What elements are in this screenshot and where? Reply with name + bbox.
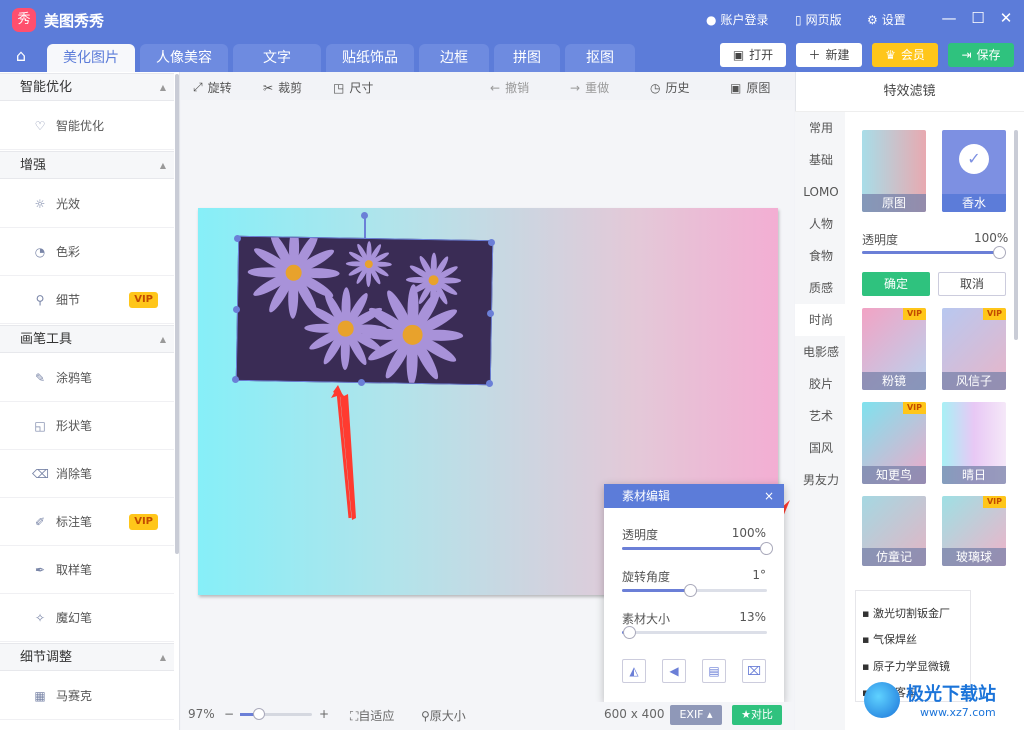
category-item-selected[interactable]: 时尚 xyxy=(795,304,847,336)
size-label: 素材大小 xyxy=(622,612,671,626)
close-icon[interactable]: × xyxy=(764,484,774,508)
vip-badge: VIP xyxy=(902,308,926,320)
filter-perfume-selected[interactable]: ✓ 香水 xyxy=(942,130,1006,212)
filter-label: 知更鸟 xyxy=(862,466,926,484)
actual-label: 原大小 xyxy=(429,709,466,723)
size-slider-knob[interactable] xyxy=(623,626,637,639)
layer-icon[interactable]: ▤ xyxy=(702,659,726,683)
image-dimensions: 600 x 400 xyxy=(604,707,665,721)
category-item[interactable]: 食物 xyxy=(795,240,847,272)
filter-label: 风信子 xyxy=(942,372,1006,390)
magnifier-icon: ⚲ xyxy=(421,709,430,723)
category-item[interactable]: 艺术 xyxy=(795,400,847,432)
filter-panel-title: 特效滤镜 xyxy=(795,72,1024,112)
vip-badge: VIP xyxy=(982,496,1006,508)
filter-label: 香水 xyxy=(942,194,1006,212)
filter-opacity-slider[interactable] xyxy=(862,246,1006,259)
trash-icon[interactable]: ⌧ xyxy=(742,659,766,683)
filter-fairytale[interactable]: 仿童记 xyxy=(862,496,926,566)
rotate-slider[interactable] xyxy=(622,584,767,597)
filter-pink[interactable]: VIP 粉镜 xyxy=(862,308,926,390)
watermark-text: 极光下载站 xyxy=(906,684,996,705)
cancel-button[interactable]: 取消 xyxy=(938,272,1006,296)
exif-button[interactable]: EXIF ▴ xyxy=(670,705,722,725)
ad-text: 激光切割钣金厂 xyxy=(872,607,950,620)
vip-badge: VIP xyxy=(902,402,926,414)
rotate-angle-label: 旋转角度 xyxy=(622,570,671,584)
confirm-button[interactable]: 确定 xyxy=(862,272,930,296)
category-item[interactable]: 电影感 xyxy=(795,336,847,368)
panel-title: 素材编辑 × xyxy=(604,484,784,508)
exif-label: EXIF xyxy=(679,708,704,721)
watermark: 极光下载站 www.xz7.com xyxy=(862,678,1022,726)
category-item[interactable]: 基础 xyxy=(795,144,847,176)
flip-vertical-icon[interactable]: ◀ xyxy=(662,659,686,683)
ad-link[interactable]: ▪ 原子力学显微镜 xyxy=(862,658,950,674)
zoom-out-button[interactable]: − xyxy=(224,707,234,721)
filter-label: 玻璃球 xyxy=(942,548,1006,566)
watermark-logo-icon xyxy=(864,682,900,718)
category-item[interactable]: 国风 xyxy=(795,432,847,464)
ad-text: 原子力学显微镜 xyxy=(872,660,950,673)
category-item[interactable]: 常用 xyxy=(795,112,847,144)
category-item[interactable]: 质感 xyxy=(795,272,847,304)
opacity-value: 100% xyxy=(731,526,766,540)
panel-title-text: 素材编辑 xyxy=(622,489,671,503)
filter-sunny[interactable]: 晴日 xyxy=(942,402,1006,484)
fit-label: 自适应 xyxy=(358,709,395,723)
zoom-value: 97% xyxy=(188,707,215,721)
compare-button[interactable]: ★对比 xyxy=(732,705,782,725)
size-slider[interactable] xyxy=(622,626,767,639)
vip-badge: VIP xyxy=(982,308,1006,320)
rotate-angle-value: 1° xyxy=(752,568,766,582)
category-item[interactable]: LOMO xyxy=(795,176,847,208)
zoom-in-button[interactable]: + xyxy=(319,707,329,721)
zoom-slider-knob[interactable] xyxy=(253,708,265,720)
compare-label: 对比 xyxy=(750,708,773,721)
ad-link[interactable]: ▪ 激光切割钣金厂 xyxy=(862,605,950,621)
filter-label: 仿童记 xyxy=(862,548,926,566)
filter-original[interactable]: 原图 xyxy=(862,130,926,212)
filter-label: 粉镜 xyxy=(862,372,926,390)
flip-horizontal-icon[interactable]: ◭ xyxy=(622,659,646,683)
filter-label: 原图 xyxy=(862,194,926,212)
filter-scrollbar[interactable] xyxy=(1014,130,1018,340)
material-edit-panel: 素材编辑 × 透明度 100% 旋转角度 1° 素材大小 13% ◭ ◀ ▤ ⌧ xyxy=(604,484,784,702)
category-item[interactable]: 胶片 xyxy=(795,368,847,400)
filter-hyacinth[interactable]: VIP 风信子 xyxy=(942,308,1006,390)
filter-opacity-slider-fill xyxy=(862,251,1000,254)
actual-size-button[interactable]: ⚲原大小 xyxy=(421,707,466,724)
filter-opacity-slider-knob[interactable] xyxy=(993,246,1006,259)
filter-glassball[interactable]: VIP 玻璃球 xyxy=(942,496,1006,566)
zoom-slider[interactable] xyxy=(240,708,312,720)
ad-text: 气保焊丝 xyxy=(872,633,917,646)
filter-opacity-label: 透明度 xyxy=(862,233,899,247)
opacity-label: 透明度 xyxy=(622,528,659,542)
filter-robin[interactable]: VIP 知更鸟 xyxy=(862,402,926,484)
fit-button[interactable]: ⛶自适应 xyxy=(350,707,394,724)
ad-link[interactable]: ▪ 气保焊丝 xyxy=(862,631,917,647)
compare-icon: ★ xyxy=(741,708,751,721)
filter-opacity-value: 100% xyxy=(974,231,1009,245)
check-icon: ✓ xyxy=(959,144,989,174)
watermark-url: www.xz7.com xyxy=(920,706,996,719)
rotate-slider-fill xyxy=(622,589,691,592)
opacity-slider-fill xyxy=(622,547,767,550)
rotate-slider-knob[interactable] xyxy=(684,584,698,597)
size-value: 13% xyxy=(739,610,766,624)
opacity-slider-knob[interactable] xyxy=(760,542,773,555)
category-item[interactable]: 人物 xyxy=(795,208,847,240)
opacity-slider[interactable] xyxy=(622,542,773,555)
filter-label: 晴日 xyxy=(942,466,1006,484)
category-item[interactable]: 男友力 xyxy=(795,464,847,496)
